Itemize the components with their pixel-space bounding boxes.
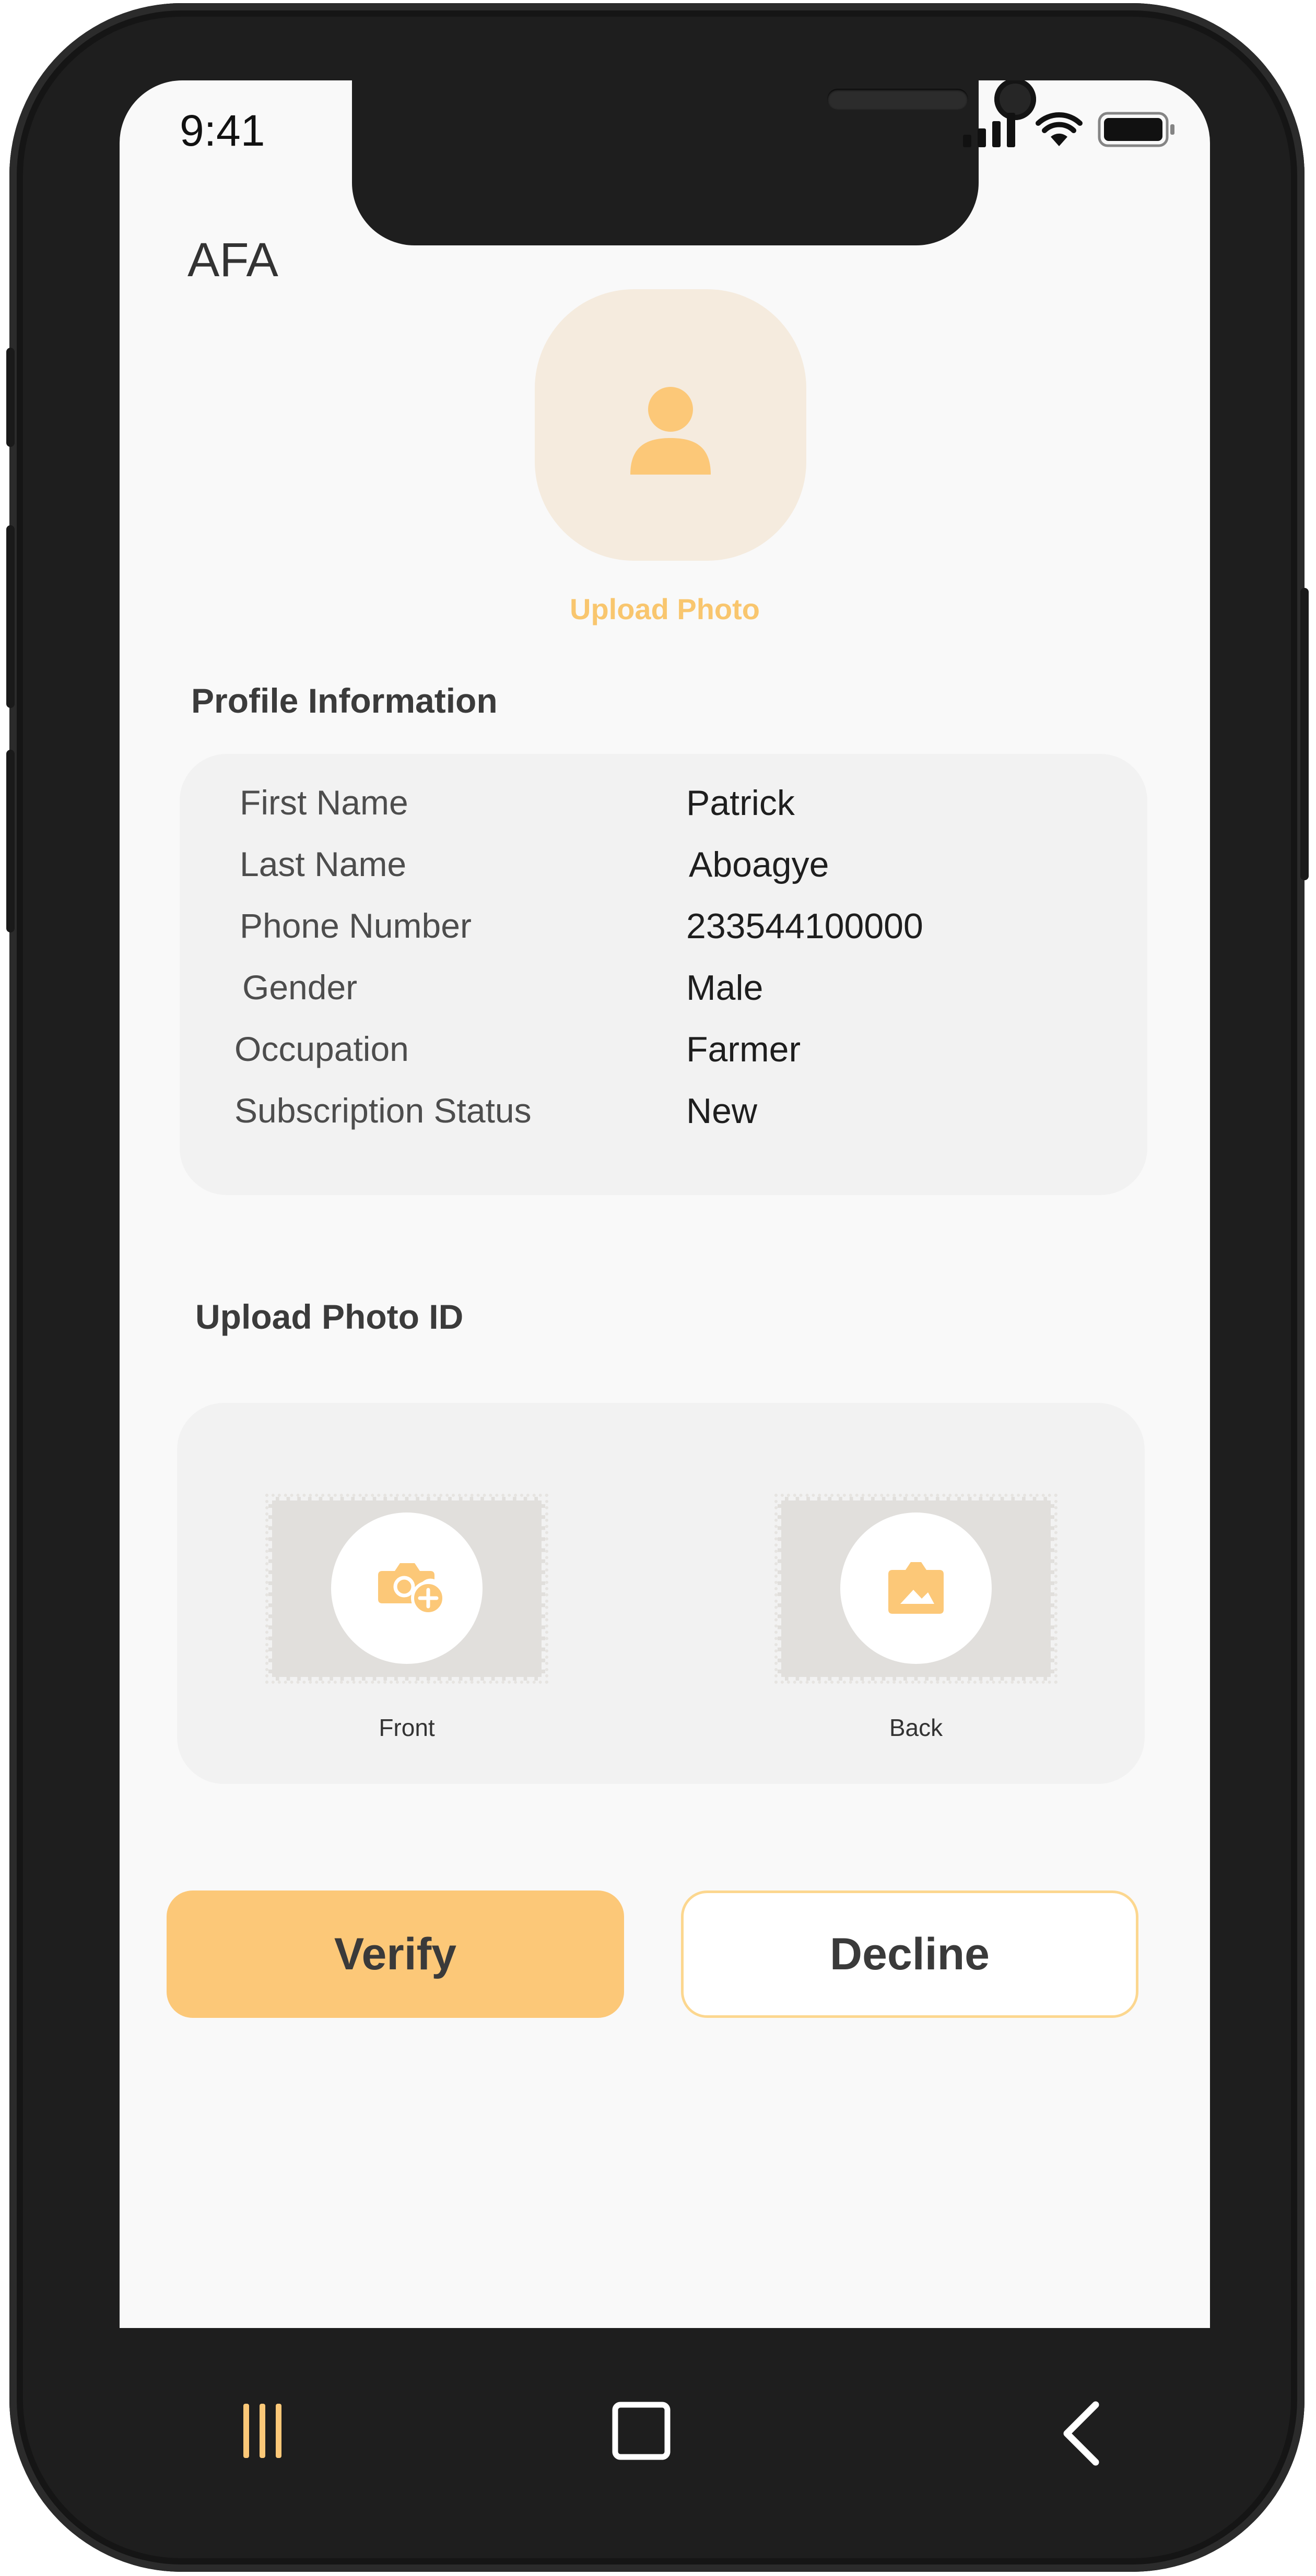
- status-time: 9:41: [180, 106, 265, 155]
- side-button: [6, 750, 15, 932]
- side-button: [6, 525, 15, 708]
- upload-photo-link[interactable]: Upload Photo: [120, 592, 1210, 626]
- side-button: [1300, 588, 1309, 880]
- verify-button[interactable]: Verify: [167, 1890, 624, 2018]
- status-icons: [963, 112, 1176, 147]
- camera-add-icon: [378, 1563, 445, 1615]
- last-name-label: Last Name: [240, 845, 407, 883]
- first-name-label: First Name: [240, 783, 408, 822]
- image-icon: [888, 1562, 944, 1614]
- profile-photo-upload[interactable]: [535, 289, 806, 561]
- occupation-value: Farmer: [686, 1030, 801, 1069]
- subscription-status-label: Subscription Status: [234, 1091, 532, 1130]
- upload-photo-id-title: Upload Photo ID: [195, 1297, 464, 1336]
- home-icon[interactable]: [610, 2400, 673, 2465]
- last-name-value: Aboagye: [689, 845, 829, 884]
- back-icon[interactable]: [1054, 2400, 1106, 2470]
- id-front-caption: Front: [379, 1714, 435, 1741]
- profile-information-card: First Name Patrick Last Name Aboagye Pho…: [180, 754, 1147, 1195]
- wifi-icon: [1036, 112, 1083, 146]
- phone-number-value: 233544100000: [686, 906, 923, 946]
- id-back-button[interactable]: [840, 1512, 992, 1664]
- phone-frame: 9:41 AFA Upload Photo Profile Informatio…: [6, 3, 1309, 2572]
- id-front-button[interactable]: [331, 1512, 483, 1664]
- gender-label: Gender: [242, 968, 358, 1007]
- first-name-value: Patrick: [686, 783, 795, 823]
- user-icon: [630, 387, 711, 475]
- notch: [352, 80, 1036, 245]
- profile-information-title: Profile Information: [191, 681, 498, 720]
- speaker: [827, 89, 968, 110]
- photo-id-card: Front Back: [177, 1403, 1145, 1784]
- recent-apps-icon[interactable]: [239, 2400, 286, 2465]
- phone-number-label: Phone Number: [240, 906, 472, 945]
- screen: 9:41 AFA Upload Photo Profile Informatio…: [120, 80, 1210, 2328]
- gender-value: Male: [686, 968, 763, 1008]
- signal-icon: [963, 113, 1015, 147]
- app-title: AFA: [187, 233, 278, 287]
- battery-icon: [1098, 112, 1174, 147]
- decline-button[interactable]: Decline: [681, 1890, 1138, 2018]
- side-button: [6, 348, 15, 447]
- subscription-status-value: New: [686, 1091, 758, 1131]
- occupation-label: Occupation: [234, 1030, 409, 1068]
- id-back-caption: Back: [889, 1714, 943, 1741]
